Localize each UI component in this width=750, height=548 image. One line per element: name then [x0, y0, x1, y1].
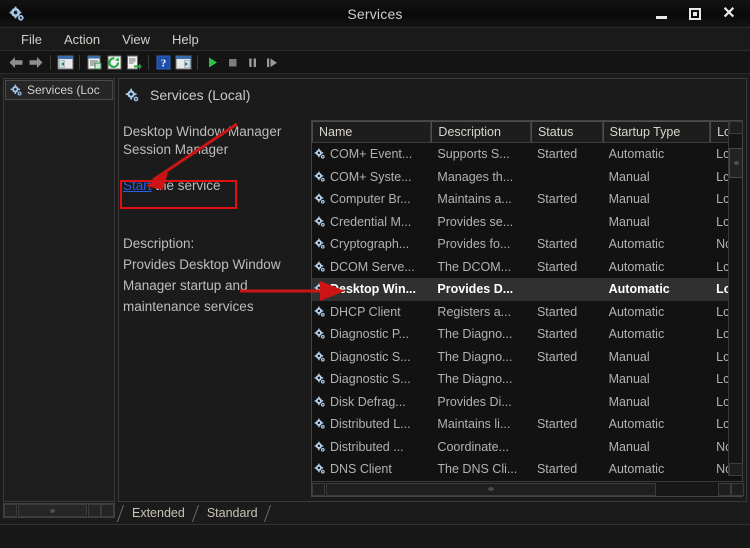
- services-window: Services ✕ File Action View Help ? Servi…: [0, 0, 750, 548]
- annotation-arrows: [146, 122, 345, 301]
